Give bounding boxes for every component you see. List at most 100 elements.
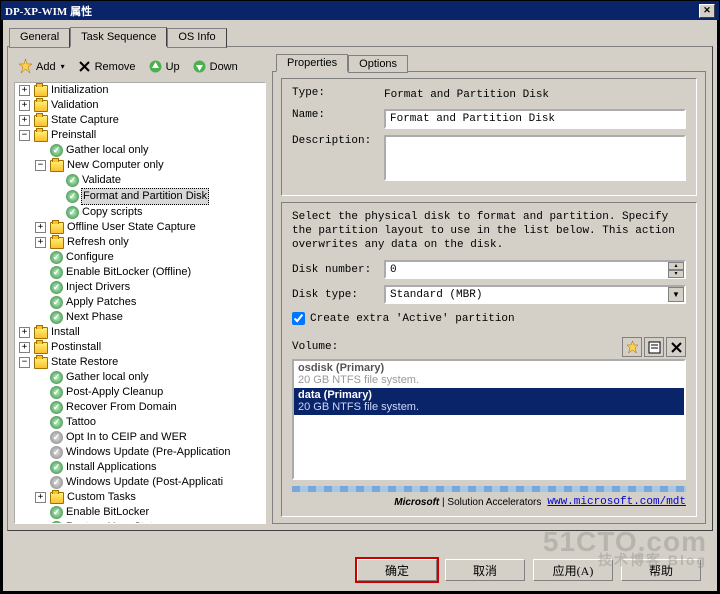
tree-tattoo[interactable]: Tattoo — [65, 415, 97, 430]
tree-initialization[interactable]: Initialization — [50, 83, 109, 98]
tree-enable-bitlocker[interactable]: Enable BitLocker — [65, 505, 150, 520]
tab-os-info[interactable]: OS Info — [167, 28, 226, 48]
tree-enable-bitlocker-off[interactable]: Enable BitLocker (Offline) — [65, 265, 192, 280]
expander-icon[interactable]: − — [19, 130, 30, 141]
expander-icon[interactable]: + — [35, 222, 46, 233]
check-disabled-icon — [50, 446, 63, 459]
folder-icon — [34, 85, 48, 97]
tree-new-computer[interactable]: New Computer only — [66, 158, 165, 173]
tab-task-sequence[interactable]: Task Sequence — [70, 27, 167, 47]
disk-type-select[interactable]: Standard (MBR) ▼ — [384, 285, 686, 304]
expander-icon[interactable]: + — [35, 492, 46, 503]
tree-win-update-post[interactable]: Windows Update (Post-Applicati — [65, 475, 224, 490]
tree-apply-patches[interactable]: Apply Patches — [65, 295, 137, 310]
tree-install[interactable]: Install — [50, 325, 81, 340]
ok-button[interactable]: 确定 — [357, 559, 437, 581]
tree-gather-local[interactable]: Gather local only — [65, 143, 150, 158]
tree-restore-user-state[interactable]: Restore User State — [65, 520, 161, 523]
expander-icon[interactable]: − — [35, 160, 46, 171]
tree-gather-local2[interactable]: Gather local only — [65, 370, 150, 385]
tree-custom-tasks[interactable]: Custom Tasks — [66, 490, 137, 505]
volume-label: Volume: — [292, 341, 620, 353]
divider-bar — [292, 486, 686, 492]
tree-copy-scripts[interactable]: Copy scripts — [81, 205, 144, 220]
new-volume-button[interactable] — [622, 337, 642, 357]
check-icon — [50, 371, 63, 384]
brand-text: Microsoft | Solution Accelerators — [394, 497, 541, 508]
volume-item-osdisk[interactable]: osdisk (Primary) 20 GB NTFS file system. — [294, 361, 684, 388]
folder-icon — [34, 115, 48, 127]
dialog-buttons: 确定 取消 应用(A) 帮助 — [357, 559, 701, 581]
help-button[interactable]: 帮助 — [621, 559, 701, 581]
add-button[interactable]: Add▾ — [14, 57, 69, 76]
remove-label: Remove — [95, 61, 136, 73]
expander-icon[interactable]: + — [19, 327, 30, 338]
property-sheet: Type: Format and Partition Disk Name: De… — [272, 71, 706, 524]
disk-type-label: Disk type: — [292, 289, 384, 301]
tree-win-update-pre[interactable]: Windows Update (Pre-Application — [65, 445, 231, 460]
tree-recover-domain[interactable]: Recover From Domain — [65, 400, 178, 415]
down-button[interactable]: Down — [188, 57, 242, 76]
tree-toolbar: Add▾ Remove Up Down — [14, 57, 266, 76]
delete-volume-button[interactable] — [666, 337, 686, 357]
check-icon — [50, 416, 63, 429]
expander-icon[interactable]: − — [19, 357, 30, 368]
tree-view[interactable]: + Initialization + Validation + State Captu… — [14, 82, 266, 524]
tree-opt-in-ceip[interactable]: Opt In to CEIP and WER — [65, 430, 188, 445]
tree-validate[interactable]: Validate — [81, 173, 122, 188]
expander-icon[interactable]: + — [19, 342, 30, 353]
tree-preinstall[interactable]: Preinstall — [50, 128, 97, 143]
folder-icon — [34, 100, 48, 112]
expander-icon[interactable]: + — [19, 100, 30, 111]
volume-header: Volume: — [292, 337, 686, 357]
tree-state-capture[interactable]: State Capture — [50, 113, 120, 128]
create-active-label: Create extra 'Active' partition — [310, 313, 515, 325]
properties-volume-button[interactable] — [644, 337, 664, 357]
expander-icon[interactable]: + — [19, 115, 30, 126]
close-button[interactable]: ✕ — [699, 4, 715, 18]
tree-install-apps[interactable]: Install Applications — [65, 460, 158, 475]
check-icon — [50, 144, 63, 157]
volume-list[interactable]: osdisk (Primary) 20 GB NTFS file system.… — [292, 359, 686, 480]
disk-number-input[interactable]: 0 ▴▾ — [384, 260, 686, 279]
tree-next-phase[interactable]: Next Phase — [65, 310, 124, 325]
disk-group: Select the physical disk to format and p… — [281, 202, 697, 517]
tree-configure[interactable]: Configure — [65, 250, 115, 265]
subtab-properties[interactable]: Properties — [276, 54, 348, 72]
tree-inject-drivers[interactable]: Inject Drivers — [65, 280, 131, 295]
tree-state-restore[interactable]: State Restore — [50, 355, 119, 370]
tree-format-partition[interactable]: Format and Partition Disk — [81, 188, 209, 205]
cancel-button[interactable]: 取消 — [445, 559, 525, 581]
tree-refresh-only[interactable]: Refresh only — [66, 235, 130, 250]
subtab-options[interactable]: Options — [348, 55, 408, 73]
tree-post-apply[interactable]: Post-Apply Cleanup — [65, 385, 164, 400]
tree-offline-user-state[interactable]: Offline User State Capture — [66, 220, 197, 235]
description-label: Description: — [292, 135, 384, 147]
remove-button[interactable]: Remove — [73, 57, 140, 76]
dropdown-icon[interactable]: ▼ — [668, 287, 684, 302]
window-title: DP-XP-WIM 属性 — [5, 3, 699, 19]
brand-link[interactable]: www.microsoft.com/mdt — [547, 496, 686, 508]
expander-icon[interactable]: + — [19, 85, 30, 96]
check-icon — [50, 506, 63, 519]
apply-button[interactable]: 应用(A) — [533, 559, 613, 581]
create-active-checkbox[interactable]: Create extra 'Active' partition — [292, 312, 686, 325]
expander-icon[interactable]: + — [35, 237, 46, 248]
folder-icon — [34, 342, 48, 354]
left-pane: Add▾ Remove Up Down +I — [14, 53, 266, 524]
description-input[interactable] — [384, 135, 686, 181]
folder-icon — [50, 237, 64, 249]
add-label: Add — [36, 61, 56, 73]
tree-validation[interactable]: Validation — [50, 98, 100, 113]
check-icon — [50, 401, 63, 414]
volume-item-data[interactable]: data (Primary) 20 GB NTFS file system. — [294, 388, 684, 415]
spinner-icon[interactable]: ▴▾ — [668, 262, 684, 278]
tab-general[interactable]: General — [9, 28, 70, 48]
tree-postinstall[interactable]: Postinstall — [50, 340, 102, 355]
down-label: Down — [210, 61, 238, 73]
up-button[interactable]: Up — [144, 57, 184, 76]
name-input[interactable] — [384, 109, 686, 129]
subtabs: Properties Options — [276, 53, 706, 71]
create-active-input[interactable] — [292, 312, 305, 325]
up-arrow-icon — [148, 59, 163, 74]
